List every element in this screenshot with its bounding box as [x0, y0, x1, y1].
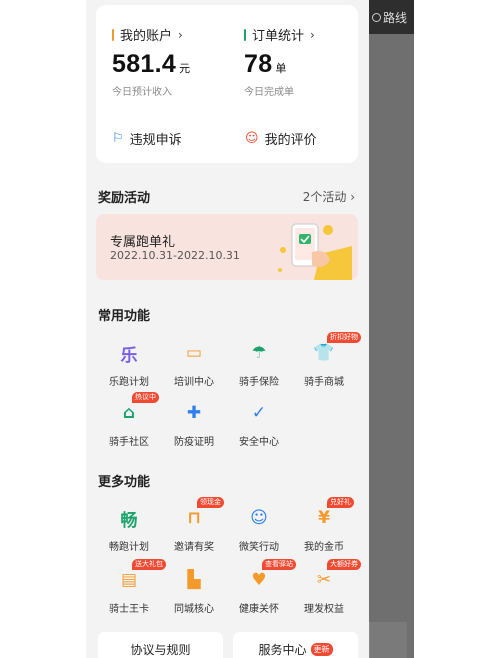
function-icon: ☂ — [251, 343, 267, 363]
orders-caption: 今日完成单 — [244, 87, 294, 98]
function-label: 畅跑计划 — [109, 542, 149, 553]
promo-badge: 大额好券 — [327, 559, 361, 570]
income-caption: 今日预计收入 — [112, 87, 172, 98]
more-function-item[interactable]: 畅畅跑计划 — [96, 505, 162, 554]
function-icon: ☺ — [250, 508, 268, 528]
account-card: 我的账户 › 581.4 元 今日预计收入 订单统计 › 78 单 今日完成单 ⚐ … — [96, 5, 358, 163]
function-label: 邀请有奖 — [174, 542, 214, 553]
orders-value: 78 — [244, 50, 273, 78]
common-function-item[interactable]: ✚ 防疫证明 — [161, 400, 227, 448]
route-button[interactable]: 路线 — [369, 0, 414, 34]
left-margin — [0, 0, 86, 658]
route-label: 路线 — [383, 10, 408, 25]
function-label: 培训中心 — [174, 377, 214, 388]
income-unit: 元 — [179, 62, 191, 75]
chevron-right-icon: › — [178, 27, 183, 42]
chevron-right-icon: › — [350, 190, 355, 204]
function-icon: ✚ — [186, 403, 202, 423]
function-label: 防疫证明 — [174, 437, 214, 448]
function-label: 骑手社区 — [109, 437, 149, 448]
phone-hand-illustration — [278, 223, 352, 280]
reward-banner[interactable]: 专属跑单礼 2022.10.31-2022.10.31 — [96, 214, 358, 280]
function-label: 健康关怀 — [239, 604, 279, 615]
review-label: 我的评价 — [264, 133, 317, 148]
rules-button[interactable]: 协议与规则 — [98, 632, 223, 658]
common-function-item[interactable]: 乐乐跑计划 — [96, 340, 162, 389]
more-functions-title: 更多功能 — [98, 475, 151, 490]
appeal-button[interactable]: ⚐ 违规申诉 — [96, 129, 225, 148]
review-button[interactable]: ☺ 我的评价 — [225, 129, 358, 148]
more-function-item[interactable]: ♥ 健康关怀 查看驿站 — [226, 559, 296, 615]
more-function-item[interactable]: ▤ 骑士王卡 送大礼包 — [96, 559, 166, 615]
promo-badge: 领现金 — [197, 497, 224, 508]
function-label: 骑手商城 — [304, 377, 344, 388]
common-function-item[interactable]: ⌂ 骑手社区 热议中 — [96, 392, 162, 448]
function-label: 安全中心 — [239, 437, 279, 448]
function-icon: ✓ — [251, 403, 267, 423]
my-account-block[interactable]: 我的账户 › 581.4 元 今日预计收入 — [112, 25, 190, 98]
route-icon — [372, 12, 381, 22]
more-function-item[interactable]: ⊓ 邀请有奖 领现金 — [161, 497, 227, 553]
promo-badge: 热议中 — [132, 392, 159, 403]
appeal-icon: ⚐ — [112, 131, 124, 146]
order-stats-block[interactable]: 订单统计 › 78 单 今日完成单 — [244, 25, 315, 98]
function-icon: ¥ — [318, 508, 330, 528]
update-badge: 更新 — [310, 642, 333, 656]
more-function-item[interactable]: ▙ 同城核心 — [161, 567, 227, 615]
smile-icon: ☺ — [245, 131, 259, 146]
common-functions-title: 常用功能 — [98, 309, 151, 324]
banner-title: 专属跑单礼 — [110, 235, 176, 250]
function-label: 乐跑计划 — [109, 377, 149, 388]
right-margin — [414, 0, 500, 658]
side-drawer: 我的账户 › 581.4 元 今日预计收入 订单统计 › 78 单 今日完成单 ⚐ … — [86, 0, 369, 658]
promo-badge: 兑好礼 — [327, 497, 354, 508]
orders-unit: 单 — [275, 62, 287, 75]
common-function-item[interactable]: ✓ 安全中心 — [226, 400, 292, 448]
order-stats-label: 订单统计 — [252, 29, 305, 44]
appeal-label: 违规申诉 — [129, 133, 182, 148]
common-function-item[interactable]: 👕 骑手商城 折扣好物 — [291, 332, 361, 388]
function-icon: ⊓ — [187, 508, 201, 528]
function-label: 我的金币 — [304, 542, 344, 553]
function-icon: ⌂ — [122, 403, 136, 423]
common-function-item[interactable]: ☂ 骑手保险 — [226, 340, 292, 388]
more-function-item[interactable]: ✂ 理发权益 大额好券 — [291, 559, 361, 615]
rules-label: 协议与规则 — [130, 642, 191, 657]
service-center-button[interactable]: 服务中心 更新 — [233, 632, 358, 658]
function-icon: ▭ — [185, 343, 203, 363]
function-icon: 畅 — [120, 510, 138, 531]
income-value: 581.4 — [112, 50, 177, 78]
function-icon: ▙ — [187, 570, 201, 590]
chevron-right-icon: › — [310, 27, 315, 42]
accent-bar — [244, 28, 246, 41]
rewards-title: 奖励活动 — [98, 191, 151, 206]
banner-dates: 2022.10.31-2022.10.31 — [110, 249, 240, 262]
function-icon: ♥ — [251, 570, 267, 590]
more-function-item[interactable]: ☺ 微笑行动 — [226, 505, 292, 553]
more-function-item[interactable]: ¥ 我的金币 兑好礼 — [291, 497, 357, 553]
function-label: 骑士王卡 — [109, 604, 149, 615]
function-icon: ▤ — [120, 570, 138, 590]
function-icon: 乐 — [120, 345, 138, 366]
function-label: 同城核心 — [174, 604, 214, 615]
my-account-label: 我的账户 — [120, 29, 173, 44]
function-label: 微笑行动 — [239, 542, 279, 553]
function-icon: 👕 — [313, 343, 335, 363]
promo-badge: 折扣好物 — [327, 332, 361, 343]
common-function-item[interactable]: ▭ 培训中心 — [161, 340, 227, 388]
function-icon: ✂ — [316, 570, 332, 590]
function-label: 理发权益 — [304, 604, 344, 615]
service-label: 服务中心 — [258, 642, 307, 657]
background-card — [369, 622, 407, 658]
rewards-more-link[interactable]: 2个活动 › — [303, 188, 355, 205]
rewards-more-label: 2个活动 — [302, 190, 347, 204]
accent-bar — [112, 28, 114, 41]
map-overlay-dim[interactable] — [369, 0, 414, 658]
function-label: 骑手保险 — [239, 377, 279, 388]
